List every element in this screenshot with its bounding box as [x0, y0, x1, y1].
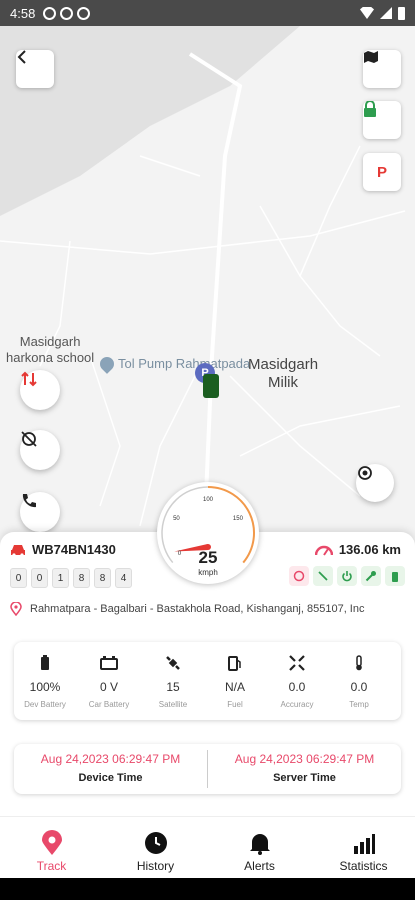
parking-button[interactable]: P [363, 153, 401, 191]
battery-icon [398, 6, 405, 20]
speedometer: 0 50 100 150 25 kmph [157, 482, 259, 584]
notification-icon [43, 6, 57, 20]
signal-icon [380, 7, 392, 19]
nav-alerts-label: Alerts [244, 859, 275, 873]
status-bar: 4:58 [0, 0, 415, 26]
device-time-label: Device Time [78, 772, 143, 784]
fuel-icon [228, 656, 241, 671]
status-right [360, 6, 405, 20]
speedometer-tick: 100 [203, 497, 214, 503]
time-card: Aug 24,2023 06:29:47 PM Device Time Aug … [14, 744, 401, 794]
poi-text: Tol Pump Rahmatpada [118, 356, 251, 371]
car-icon [11, 544, 25, 556]
server-time-value: Aug 24,2023 06:29:47 PM [234, 752, 375, 766]
map-label-poi: Tol Pump Rahmatpada [97, 354, 251, 374]
car-battery-icon [100, 656, 118, 670]
odometer-digit: 8 [94, 568, 111, 588]
device-time: Aug 24,2023 06:29:47 PM Device Time [14, 744, 207, 794]
back-button[interactable] [16, 50, 54, 88]
distance-text: 136.06 km [338, 542, 401, 557]
speed-unit: kmph [198, 568, 218, 577]
stat-accuracy: 0.0 Accuracy [266, 642, 328, 720]
satellite-icon [166, 656, 180, 670]
stat-satellite: 15 Satellite [142, 642, 204, 720]
odometer-digit: 0 [31, 568, 48, 588]
stat-car-battery: 0 V Car Battery [78, 642, 140, 720]
phone-icon [22, 494, 36, 508]
address-row: Rahmatpara - Bagalbari - Bastakhola Road… [10, 602, 410, 616]
odometer-digit: 1 [52, 568, 69, 588]
lock-icon [364, 101, 376, 117]
call-button[interactable] [20, 492, 60, 532]
location-pin-icon [41, 830, 62, 855]
speed-value: 25 [198, 548, 218, 567]
battery-status-icon [385, 566, 405, 586]
nav-statistics[interactable]: Statistics [312, 817, 415, 879]
server-time: Aug 24,2023 06:29:47 PM Server Time [208, 744, 401, 794]
nav-alerts[interactable]: Alerts [208, 817, 311, 879]
bell-icon [249, 834, 270, 855]
ignition-key-icon [361, 566, 381, 586]
nav-track-label: Track [36, 859, 67, 873]
stat-temp: 0.0 Temp [328, 642, 390, 720]
stat-dev-battery: 100% Dev Battery [14, 642, 76, 720]
speedometer-tick: 50 [173, 516, 180, 523]
bar-chart-icon [353, 834, 375, 854]
stat-more: Mo [386, 642, 401, 720]
power-status-icon [337, 566, 357, 586]
nav-statistics-label: Statistics [339, 859, 388, 873]
odometer-digit: 4 [115, 568, 132, 588]
plate-text: WB74BN1430 [32, 542, 116, 557]
device-time-value: Aug 24,2023 06:29:47 PM [40, 752, 181, 766]
locate-icon [358, 466, 372, 480]
speedometer-tick: 150 [232, 516, 243, 523]
map-layers-button[interactable] [363, 50, 401, 88]
poi-pin-icon [97, 354, 117, 374]
route-button[interactable] [20, 370, 60, 410]
gps-status-icon [313, 566, 333, 586]
notification-icon [60, 6, 74, 20]
nav-history[interactable]: History [104, 817, 207, 879]
odometer-digits: 001884 [10, 568, 132, 588]
nav-track[interactable]: Track [0, 817, 103, 879]
back-arrow-icon [17, 50, 26, 64]
gauge-icon [314, 545, 333, 556]
battery-icon [41, 655, 49, 670]
notification-icon [77, 6, 91, 20]
bottom-nav: Track History Alerts Statistics [0, 816, 415, 878]
odometer-digit: 8 [73, 568, 90, 588]
thermometer-icon [356, 655, 362, 671]
nav-history-label: History [136, 859, 175, 873]
stats-card: 100% Dev Battery 0 V Car Battery 15 Sate… [14, 642, 401, 720]
alert-status-icon [289, 566, 309, 586]
rotate-button[interactable] [20, 430, 60, 470]
accuracy-icon [289, 655, 305, 671]
gesture-bar [0, 878, 415, 900]
map-label-school: Masidgarh harkona school [6, 334, 95, 365]
location-pin-icon [10, 602, 22, 616]
status-time: 4:58 [10, 5, 36, 21]
map-label-place: Masidgarh Milik [248, 356, 319, 391]
vehicle-marker[interactable] [203, 374, 219, 398]
clock-icon [144, 832, 167, 854]
map-layers-icon [364, 51, 378, 63]
rotate-icon [21, 431, 37, 447]
route-icon [21, 371, 37, 387]
wifi-icon [360, 7, 374, 19]
stat-fuel: N/A Fuel [204, 642, 266, 720]
locate-button[interactable] [356, 464, 394, 502]
address-text: Rahmatpara - Bagalbari - Bastakhola Road… [30, 603, 365, 615]
parking-icon: P [376, 163, 387, 181]
app-screen: 4:58 Masidgarh harkona school Tol Pump R… [0, 0, 415, 900]
status-icons [289, 566, 405, 586]
server-time-label: Server Time [273, 772, 336, 784]
lock-button[interactable] [363, 101, 401, 139]
odometer-digit: 0 [10, 568, 27, 588]
vehicle-plate: WB74BN1430 [10, 542, 116, 557]
distance: 136.06 km [314, 542, 401, 557]
